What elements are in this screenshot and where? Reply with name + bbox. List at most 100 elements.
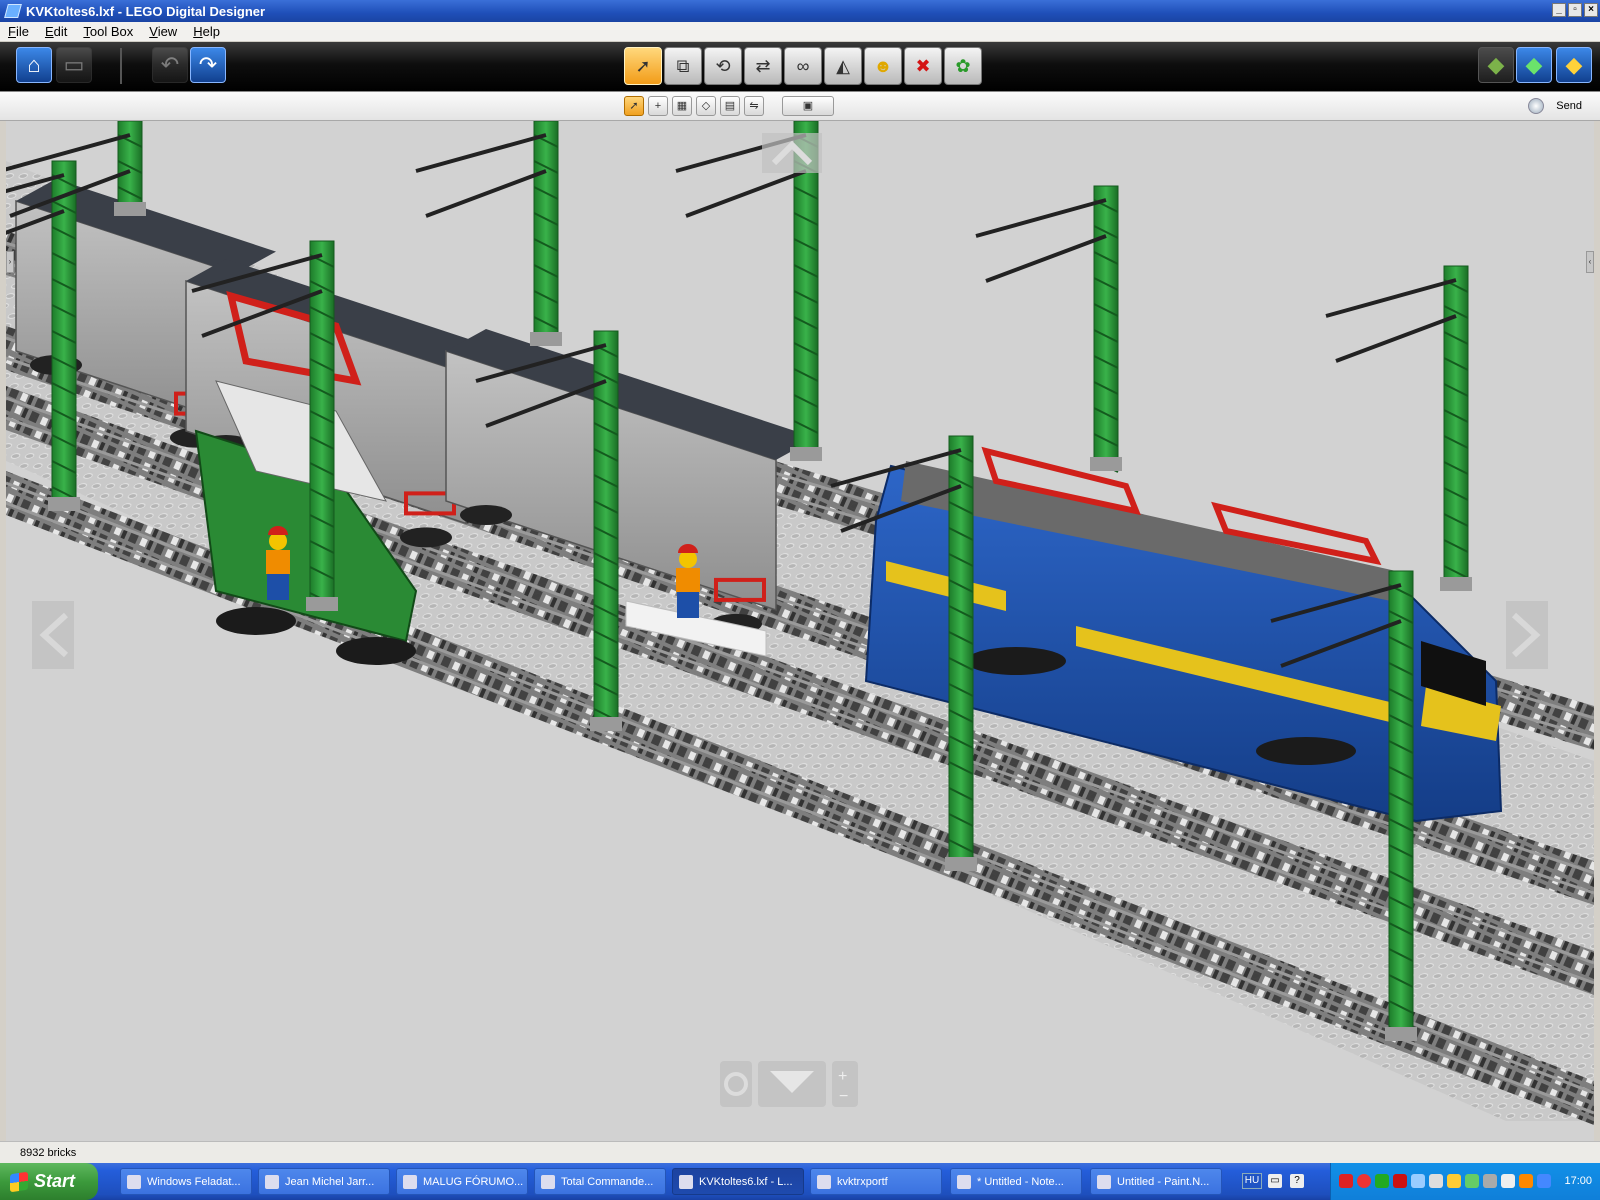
hopper-wagon-bogie [400,527,452,548]
ati-icon[interactable] [1339,1174,1353,1188]
selection-toolbar: ➚ + ▦ ◇ ▤ ⇋ ▣ Send [0,92,1600,121]
undo-button[interactable]: ↶ [152,47,188,83]
hopper-wagon-bogie [460,505,512,525]
building-guide-icon: ◆ [1565,52,1583,77]
send-button[interactable]: Send [1556,100,1582,112]
build-mode-button[interactable]: ◆ [1478,47,1514,83]
group-button[interactable]: ▣ [782,96,834,116]
minimize-button[interactable]: _ [1552,3,1566,17]
right-panel-toggle[interactable]: ‹ [1586,251,1594,273]
windows-logo-icon [10,1171,28,1192]
update-icon[interactable] [1447,1174,1461,1188]
menu-edit[interactable]: Edit [37,24,75,39]
catenary-pole-base [48,497,80,511]
decorate-icon: ✿ [955,55,971,76]
menu-file[interactable]: File [0,24,37,39]
taskbar-task[interactable]: Untitled - Paint.N... [1090,1168,1222,1195]
locomotive-bogie [216,607,296,635]
same-type-select-button[interactable]: ▤ [720,96,740,116]
lego-designer-app-icon[interactable] [4,4,22,18]
volume-icon[interactable] [1429,1174,1443,1188]
window-title: KVKtoltes6.lxf - LEGO Digital Designer [26,3,266,19]
left-panel-toggle[interactable]: › [6,251,14,273]
camera-pan-right-button [1506,601,1548,669]
scene-canvas[interactable]: +− [6,121,1594,1141]
language-indicator[interactable]: HU [1242,1173,1262,1189]
shield-icon[interactable] [1375,1174,1389,1188]
folder-icon [817,1174,831,1189]
taskbar-task[interactable]: Windows Feladat... [120,1168,252,1195]
invert-select-button[interactable]: ⇋ [744,96,764,116]
redo-button[interactable]: ↷ [190,47,226,83]
hide-tool[interactable]: ☻ [864,47,902,85]
taskbar-task-label: Jean Michel Jarr... [285,1175,375,1188]
select-tool[interactable]: ➚ [624,47,662,85]
clock[interactable]: 17:00 [1564,1175,1592,1187]
connected-select-button[interactable]: + [648,96,668,116]
clone-icon: ⧉ [676,55,690,76]
single-select-button[interactable]: ➚ [624,96,644,116]
start-button[interactable]: Start [0,1163,98,1200]
save-button[interactable]: ▭ [56,47,92,83]
cursor-icon: ➚ [629,100,639,112]
help-icon[interactable]: ? [1290,1174,1304,1188]
same-shape-select-button[interactable]: ◇ [696,96,716,116]
flex-tool[interactable]: ∞ [784,47,822,85]
send-icon[interactable] [1528,98,1544,114]
delete-tool[interactable]: ✖ [904,47,942,85]
catenary-pole [1443,265,1469,582]
catenary-pole-base [530,332,562,346]
same-color-select-button[interactable]: ▦ [672,96,692,116]
system-tray: 17:00 [1330,1163,1600,1200]
title-bar: KVKtoltes6.lxf - LEGO Digital Designer _… [0,0,1600,22]
media-icon[interactable] [1393,1174,1407,1188]
windows-taskbar: Start Windows Feladat... Jean Michel Jarr… [0,1163,1600,1200]
menu-toolbox[interactable]: Tool Box [75,24,141,39]
status-bar: 8932 bricks [0,1141,1600,1163]
camera-tilt-up-button [762,133,822,173]
paint-tool[interactable]: ◭ [824,47,862,85]
clone-tool[interactable]: ⧉ [664,47,702,85]
close-button[interactable]: × [1584,3,1598,17]
safely-remove-icon[interactable] [1465,1174,1479,1188]
catenary-pole-base [1090,457,1122,471]
taskbar-task-label: Untitled - Paint.N... [1117,1175,1210,1188]
taskbar-task[interactable]: MALUG FÓRUMO... [396,1168,528,1195]
keyboard-icon[interactable]: ▭ [1268,1174,1282,1188]
hinge-align-tool[interactable]: ⇄ [744,47,782,85]
hinge-tool[interactable]: ⟲ [704,47,742,85]
connected-select-icon: + [654,100,662,112]
taskbar-task[interactable]: * Untitled - Note... [950,1168,1082,1195]
opera-icon[interactable] [1357,1174,1371,1188]
media-player-icon [265,1174,279,1189]
taskbar-task-label: Windows Feladat... [147,1175,241,1188]
minifig-legs [267,574,289,600]
bluetooth-icon[interactable] [1537,1174,1551,1188]
decorate-tool[interactable]: ✿ [944,47,982,85]
floppy-icon [541,1174,555,1189]
firefox-icon [403,1174,417,1189]
zoom-out-icon: − [839,1088,848,1105]
view-mode-button[interactable]: ◆ [1516,47,1552,83]
build-viewport[interactable]: + − › ‹ [6,121,1594,1141]
hinge-align-icon: ⇄ [755,55,771,76]
menu-help[interactable]: Help [185,24,228,39]
minifig-head-icon: ☻ [873,55,893,76]
antivirus-icon[interactable] [1519,1174,1533,1188]
printer-icon[interactable] [1501,1174,1515,1188]
menu-view[interactable]: View [141,24,185,39]
taskbar-task[interactable]: Jean Michel Jarr... [258,1168,390,1195]
home-button[interactable]: ⌂ [16,47,52,83]
paint-bucket-icon: ◭ [836,55,850,76]
network-icon[interactable] [1411,1174,1425,1188]
taskbar-task[interactable]: Total Commande... [534,1168,666,1195]
maximize-button[interactable]: ▫ [1568,3,1582,17]
building-guide-button[interactable]: ◆ [1556,47,1592,83]
taskbar-task[interactable]: kvktrxportf [810,1168,942,1195]
catenary-pole [533,121,559,337]
catenary-pole-base [1440,577,1472,591]
taskbar-task[interactable]: KVKtoltes6.lxf - L... [672,1168,804,1195]
build-mode-icon: ◆ [1487,52,1505,77]
zoom-in-icon: + [838,1068,847,1085]
monitor-icon[interactable] [1483,1174,1497,1188]
